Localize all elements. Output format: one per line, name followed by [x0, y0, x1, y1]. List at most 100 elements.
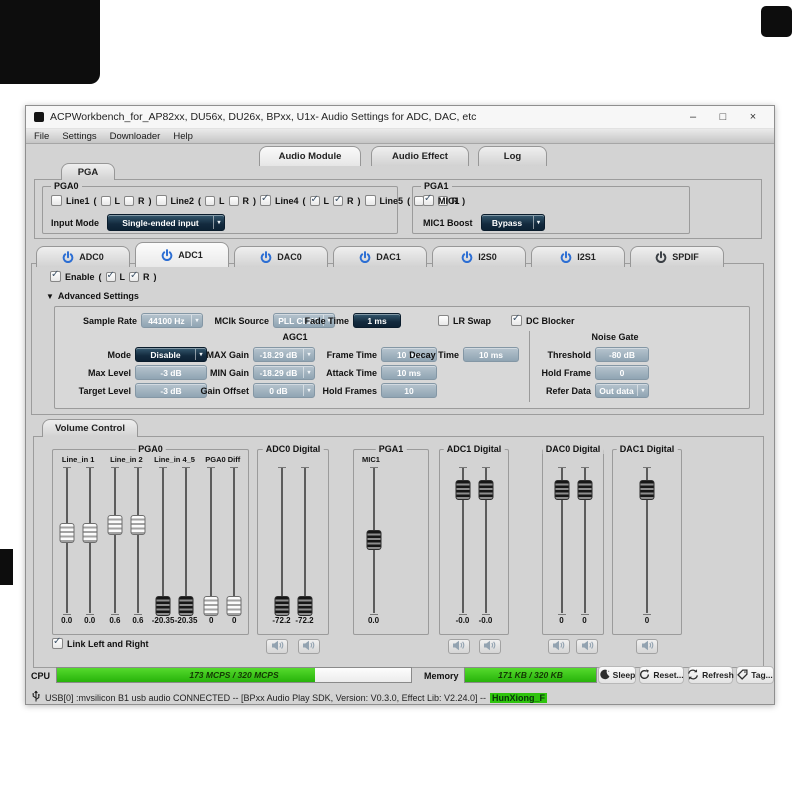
fader-track[interactable]: [82, 467, 98, 613]
tab-dac0[interactable]: DAC0: [234, 246, 328, 267]
tab-spdif[interactable]: SPDIF: [630, 246, 724, 267]
mute-row: [542, 639, 604, 654]
dc-blocker-checkbox[interactable]: [511, 315, 522, 326]
threshold-field[interactable]: -80 dB: [595, 347, 649, 362]
fader-track[interactable]: [107, 467, 123, 613]
mute-button[interactable]: [448, 639, 470, 654]
max-gain-field[interactable]: -18.29 dB ▾: [253, 347, 315, 362]
input-mode-dropdown[interactable]: Single-ended input ▾: [107, 214, 225, 231]
fader-track[interactable]: [155, 467, 171, 613]
mute-button[interactable]: [479, 639, 501, 654]
fader-handle[interactable]: [179, 596, 194, 616]
fader-track[interactable]: [639, 467, 655, 613]
fader-handle[interactable]: [204, 596, 219, 616]
tab-pga[interactable]: PGA: [61, 163, 115, 180]
tab-audio-effect[interactable]: Audio Effect: [371, 146, 469, 166]
sleep-button[interactable]: Sleep: [598, 666, 636, 684]
fader-handle[interactable]: [227, 596, 242, 616]
line4-left-checkbox[interactable]: [310, 196, 320, 206]
fader-track[interactable]: [130, 467, 146, 613]
enable-right-checkbox[interactable]: [129, 272, 139, 282]
tab-i2s1[interactable]: I2S1: [531, 246, 625, 267]
fader-handle[interactable]: [274, 596, 289, 616]
fader-track[interactable]: [274, 467, 290, 613]
fader-handle[interactable]: [577, 480, 592, 500]
mute-button[interactable]: [548, 639, 570, 654]
gain-offset-field[interactable]: 0 dB ▾: [253, 383, 315, 398]
fader-handle[interactable]: [640, 480, 655, 500]
lr-swap-checkbox[interactable]: [438, 315, 449, 326]
advanced-settings-header[interactable]: ▼ Advanced Settings: [46, 291, 139, 301]
refer-data-dropdown[interactable]: Out data ▾: [595, 383, 649, 398]
line2-left-checkbox[interactable]: [205, 196, 215, 206]
fader-handle[interactable]: [130, 515, 145, 535]
line1-checkbox[interactable]: [51, 195, 62, 206]
line2-checkbox[interactable]: [156, 195, 167, 206]
enable-checkbox[interactable]: [50, 271, 61, 282]
minimize-button[interactable]: –: [678, 107, 708, 128]
line5-checkbox[interactable]: [365, 195, 376, 206]
line4-right-checkbox[interactable]: [333, 196, 343, 206]
line1-right-checkbox[interactable]: [124, 196, 134, 206]
volume-group-box: ADC1 Digital-0.0-0.0: [439, 449, 509, 635]
hold-frame-field[interactable]: 0: [595, 365, 649, 380]
tab-log[interactable]: Log: [478, 146, 547, 166]
mute-slot: [297, 639, 320, 654]
fader-track[interactable]: [226, 467, 242, 613]
mute-button[interactable]: [298, 639, 320, 654]
fader-track[interactable]: [203, 467, 219, 613]
fader-handle[interactable]: [156, 596, 171, 616]
line4-checkbox[interactable]: [260, 195, 271, 206]
fader-track[interactable]: [554, 467, 570, 613]
min-gain-field[interactable]: -18.29 dB ▾: [253, 365, 315, 380]
fader-handle[interactable]: [554, 480, 569, 500]
fader-handle[interactable]: [297, 596, 312, 616]
line1-left-checkbox[interactable]: [101, 196, 111, 206]
tab-i2s0[interactable]: I2S0: [432, 246, 526, 267]
fader-handle[interactable]: [455, 480, 470, 500]
fade-time-dropdown[interactable]: 1 ms: [353, 313, 401, 328]
fade-time-label: Fade Time: [301, 316, 349, 326]
reset-button[interactable]: Reset...: [639, 666, 684, 684]
mic1-boost-dropdown[interactable]: Bypass ▾: [481, 214, 545, 231]
fader-track[interactable]: [59, 467, 75, 613]
refresh-button[interactable]: Refresh: [688, 666, 733, 684]
fader-handle[interactable]: [478, 480, 493, 500]
link-left-right-checkbox[interactable]: [52, 638, 63, 649]
fader-track[interactable]: [297, 467, 313, 613]
tab-volume-control[interactable]: Volume Control: [42, 419, 138, 437]
mic1-checkbox[interactable]: [423, 195, 434, 206]
line-toggle-line4: Line4(LR): [260, 195, 361, 206]
tag-button[interactable]: Tag...: [736, 666, 774, 684]
close-button[interactable]: ×: [738, 107, 768, 128]
photo-edge-marker-left: [0, 549, 13, 585]
line2-right-checkbox[interactable]: [229, 196, 239, 206]
attack-time-field[interactable]: 10 ms: [381, 365, 437, 380]
fader-handle[interactable]: [366, 530, 381, 550]
mute-button[interactable]: [636, 639, 658, 654]
fader-handle[interactable]: [59, 523, 74, 543]
tab-audio-module[interactable]: Audio Module: [259, 146, 361, 166]
decay-time-field[interactable]: 10 ms: [463, 347, 519, 362]
fader-track[interactable]: [178, 467, 194, 613]
fader-handle[interactable]: [107, 515, 122, 535]
fader-track[interactable]: [478, 467, 494, 613]
tab-adc0[interactable]: ADC0: [36, 246, 130, 267]
menu-file[interactable]: File: [34, 131, 49, 142]
volume-group-adc0-digital: ADC0 Digital-72.2-72.2: [257, 449, 329, 654]
tab-dac1[interactable]: DAC1: [333, 246, 427, 267]
mute-button[interactable]: [266, 639, 288, 654]
enable-left-checkbox[interactable]: [106, 272, 116, 282]
menu-downloader[interactable]: Downloader: [110, 131, 161, 142]
fader-track[interactable]: [366, 467, 382, 613]
menu-settings[interactable]: Settings: [62, 131, 96, 142]
fader-handle[interactable]: [82, 523, 97, 543]
tab-adc1[interactable]: ADC1: [135, 242, 229, 267]
mute-button[interactable]: [576, 639, 598, 654]
menu-help[interactable]: Help: [173, 131, 193, 142]
sample-rate-dropdown[interactable]: 44100 Hz ▾: [141, 313, 203, 328]
fader-track[interactable]: [577, 467, 593, 613]
hold-frames-field[interactable]: 10: [381, 383, 437, 398]
maximize-button[interactable]: □: [708, 107, 738, 128]
fader-track[interactable]: [455, 467, 471, 613]
